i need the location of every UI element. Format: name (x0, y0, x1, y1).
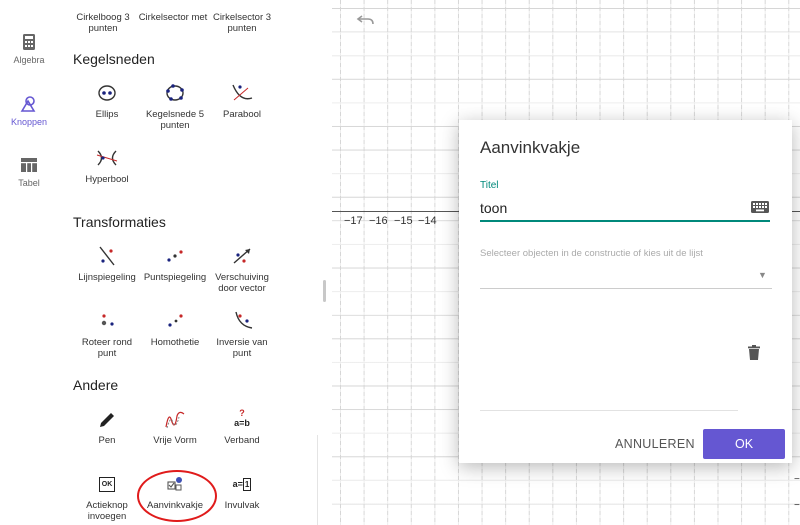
freehand-icon (165, 411, 185, 429)
tool-label: Verschuiving door vector (215, 272, 269, 294)
translate-vector-icon (233, 248, 251, 264)
side-navigation-rail: Algebra Knoppen Tabel (0, 0, 59, 525)
object-select-underline (480, 288, 772, 289)
tool-label: Cirkelsector met (138, 12, 208, 23)
tool-cirkelsector-met[interactable]: Cirkelsector met (138, 0, 208, 23)
x-tick-label: −14 (418, 215, 437, 227)
tool-label: Roteer rond punt (81, 337, 133, 359)
tool-label: Homothetie (150, 337, 200, 348)
panel-scroll-track (317, 435, 318, 525)
dialog-title: Aanvinkvakje (480, 138, 581, 157)
rail-item-label: Knoppen (10, 117, 48, 127)
ok-button[interactable]: OK (703, 429, 785, 459)
table-icon (21, 158, 37, 172)
tool-inversie-van-punt[interactable]: Inversie van punt (207, 310, 277, 359)
sector-3-points-icon (233, 0, 251, 2)
pen-icon (100, 413, 114, 427)
rail-item-knoppen[interactable]: Knoppen (0, 95, 58, 127)
ellipse-tool-icon (98, 85, 116, 101)
tool-label: Ellips (95, 109, 119, 120)
tool-label: Inversie van punt (216, 337, 268, 359)
relation-glyph: a=b (234, 418, 250, 428)
tool-label: Vrije Vorm (153, 435, 197, 446)
sector-icon (164, 0, 182, 2)
arc-icon (94, 0, 112, 2)
trash-icon[interactable] (748, 345, 760, 360)
checkbox-tool-highlight-circle (137, 470, 217, 522)
tool-cirkelsector-3-punten[interactable]: Cirkelsector 3 punten (207, 0, 277, 34)
x-tick-label: −15 (394, 215, 413, 227)
tool-label: Pen (98, 435, 116, 446)
relation-question-glyph: ? (239, 408, 245, 418)
input-box-icon: a= 1 (230, 473, 254, 495)
section-title-andere: Andere (73, 377, 119, 393)
tool-vrije-vorm[interactable]: Vrije Vorm (140, 408, 210, 446)
tools-panel: Cirkelboog 3 punten Cirkelsector met Cir… (58, 0, 333, 525)
conic-5-points-icon (166, 84, 184, 101)
tool-label: Cirkelboog 3 punten (76, 12, 130, 34)
panel-scrollbar[interactable] (323, 280, 326, 302)
tool-label: Puntspiegeling (143, 272, 207, 283)
rotate-point-icon (101, 314, 114, 326)
parabola-icon (232, 84, 253, 101)
tool-label: Kegelsnede 5 punten (145, 109, 205, 131)
rail-item-tabel[interactable]: Tabel (0, 156, 58, 188)
tool-puntspiegeling[interactable]: Puntspiegeling (140, 245, 210, 283)
x-tick-label: −16 (369, 215, 388, 227)
chevron-down-icon[interactable]: ▼ (758, 270, 767, 280)
title-input[interactable] (480, 196, 770, 222)
tool-cirkelboog-3-punten[interactable]: Cirkelboog 3 punten (68, 0, 138, 34)
tool-label: Parabool (222, 109, 262, 120)
tool-homothetie[interactable]: Homothetie (140, 310, 210, 348)
y-tick-label: −1 (794, 474, 800, 485)
tool-ellips[interactable]: Ellips (72, 82, 142, 120)
tool-label: Invulvak (224, 500, 260, 511)
checkbox-dialog: Aanvinkvakje Titel Selecteer objecten in… (459, 120, 792, 463)
calculator-icon (23, 34, 35, 50)
section-title-kegelsneden: Kegelsneden (73, 51, 155, 67)
tool-hyperbool[interactable]: Hyperbool (72, 147, 142, 185)
cancel-button[interactable]: ANNULEREN (609, 429, 695, 459)
hyperbola-icon (96, 150, 118, 166)
object-list-divider (480, 410, 738, 411)
input-box-value-glyph: 1 (242, 477, 252, 491)
tool-parabool[interactable]: Parabool (207, 82, 277, 120)
section-title-transformaties: Transformaties (73, 214, 166, 230)
object-select-placeholder[interactable]: Selecteer objecten in de constructie of … (480, 248, 703, 259)
shapes-icon (20, 96, 36, 112)
undo-icon[interactable] (356, 12, 376, 28)
tool-roteer-rond-punt[interactable]: Roteer rond punt (72, 310, 142, 359)
tool-pen[interactable]: Pen (72, 408, 142, 446)
tool-kegelsnede-5-punten[interactable]: Kegelsnede 5 punten (140, 82, 210, 131)
title-field-label: Titel (480, 180, 499, 191)
tool-label: Lijnspiegeling (78, 272, 136, 283)
x-tick-label: −17 (344, 215, 363, 227)
rail-item-label: Algebra (13, 55, 45, 65)
dilate-icon (168, 314, 183, 327)
tool-verband[interactable]: ? a=b Verband (207, 408, 277, 446)
rail-item-label: Tabel (18, 178, 40, 188)
reflect-point-icon (167, 250, 183, 262)
tool-actieknop-invoegen[interactable]: OK Actieknop invoegen (72, 473, 142, 522)
reflect-line-icon (99, 246, 115, 266)
keyboard-icon[interactable] (751, 201, 769, 213)
button-tool-icon: OK (95, 473, 119, 495)
tool-verschuiving-door-vector[interactable]: Verschuiving door vector (207, 245, 277, 294)
tool-lijnspiegeling[interactable]: Lijnspiegeling (72, 245, 142, 283)
input-box-glyph: a= (232, 478, 243, 489)
inversion-icon (235, 311, 253, 329)
tool-label: Cirkelsector 3 punten (212, 12, 272, 34)
tool-invulvak[interactable]: a= 1 Invulvak (207, 473, 277, 511)
rail-item-algebra[interactable]: Algebra (0, 33, 58, 65)
y-tick-label: −1 (794, 500, 800, 511)
tool-label: Verband (224, 435, 260, 446)
button-tool-glyph: OK (98, 476, 116, 492)
relation-icon: ? a=b (230, 408, 254, 430)
tool-label: Actieknop invoegen (86, 500, 128, 522)
tool-label: Hyperbool (85, 174, 129, 185)
